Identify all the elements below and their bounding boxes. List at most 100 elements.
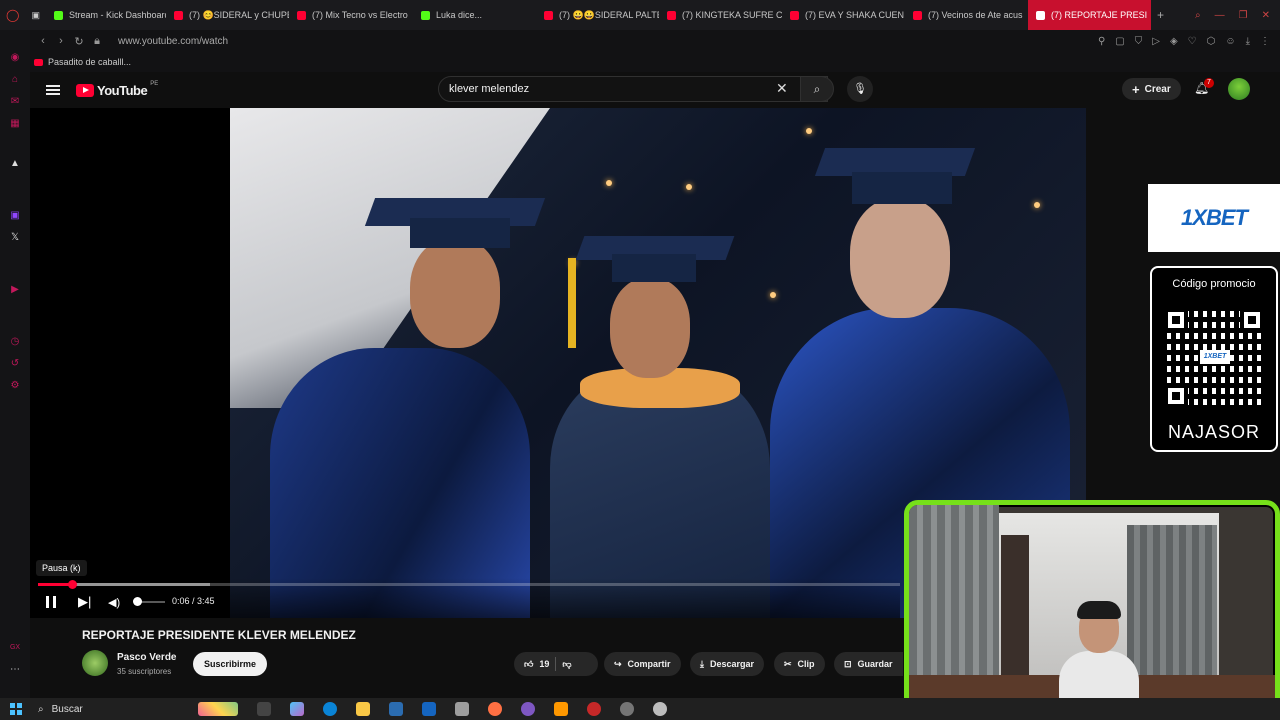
voice-search-button[interactable]: 🎙︎ <box>847 76 873 102</box>
download-icon[interactable]: ⤓ <box>1246 36 1250 47</box>
volume-knob[interactable] <box>133 597 142 606</box>
edge-icon[interactable] <box>323 702 337 716</box>
whatsapp-icon[interactable]: ✉ <box>9 96 21 108</box>
tab-vecinos-ate[interactable]: (7) Vecinos de Ate acus <box>905 0 1028 30</box>
graduate-middle <box>550 218 770 618</box>
dislike-button[interactable]: 👎︎ <box>562 659 571 670</box>
hamburger-menu-icon[interactable] <box>46 85 60 95</box>
pin-icon[interactable]: ⚲ <box>1098 36 1105 47</box>
more-icon[interactable]: ⋯ <box>9 664 21 676</box>
clip-button[interactable]: ✂ Clip <box>774 652 825 676</box>
youtube-favicon-icon <box>912 10 922 20</box>
history-icon[interactable]: ◷ <box>9 336 21 348</box>
opera-gx-icon[interactable] <box>587 702 601 716</box>
tab-kick-dashboard[interactable]: Stream - Kick Dashboard <box>46 0 166 30</box>
like-divider <box>555 657 557 671</box>
channel-name[interactable]: Pasco Verde <box>117 652 176 663</box>
search-button[interactable]: ⌕ <box>800 76 834 102</box>
outlook-icon[interactable] <box>422 702 436 716</box>
account-avatar[interactable] <box>1228 78 1250 100</box>
reload-icon[interactable]: ↻ <box>70 35 88 48</box>
new-tab-button[interactable]: + <box>1151 8 1170 22</box>
scissors-icon: ✂ <box>784 658 792 669</box>
refresh-sidebar-icon[interactable]: ↺ <box>9 358 21 370</box>
tab-luka[interactable]: Luka dice... <box>413 0 536 30</box>
gold-tassel <box>568 258 576 348</box>
create-button[interactable]: + Crear <box>1122 78 1181 100</box>
forward-icon[interactable]: › <box>52 35 70 47</box>
extensions-icon[interactable]: ⬡ <box>1207 36 1216 47</box>
widget-icon[interactable] <box>198 702 238 716</box>
x-twitter-icon[interactable]: 𝕏 <box>9 232 21 244</box>
shield-icon[interactable]: ⛉ <box>1135 36 1143 47</box>
close-window-icon[interactable]: ✕ <box>1262 10 1270 21</box>
ad-promo-code[interactable]: Código promocio 1XBET NAJASOR <box>1150 266 1278 452</box>
minimize-icon[interactable]: — <box>1215 10 1225 21</box>
pause-icon[interactable] <box>46 596 56 608</box>
ad-1xbet-banner[interactable]: 1XBET <box>1148 184 1280 252</box>
task-view-icon[interactable] <box>257 702 271 716</box>
gx-icon[interactable]: GX <box>9 642 21 654</box>
progress-scrubber[interactable] <box>67 580 77 589</box>
clear-search-icon[interactable]: ✕ <box>776 80 788 97</box>
player-icon[interactable]: ▷ <box>1152 36 1160 47</box>
search-input[interactable]: klever melendez <box>438 76 828 102</box>
heart-icon[interactable]: ♡ <box>1188 36 1197 47</box>
bookmark-item[interactable]: Pasadito de caballl... <box>48 57 131 67</box>
store-icon[interactable] <box>389 702 403 716</box>
firefox-icon[interactable] <box>488 702 502 716</box>
profile-icon[interactable]: ☺ <box>1225 36 1235 47</box>
mail-icon[interactable]: ▦ <box>9 118 21 130</box>
app-icon[interactable] <box>455 702 469 716</box>
file-explorer-icon[interactable] <box>356 702 370 716</box>
obs-icon[interactable] <box>620 702 634 716</box>
tab-kingteka[interactable]: (7) KINGTEKA SUFRE C <box>659 0 782 30</box>
subscriber-count: 35 suscriptores <box>117 667 172 676</box>
discord-icon[interactable] <box>521 702 535 716</box>
video-light <box>806 128 812 134</box>
taskbar-search[interactable]: ⌕ Buscar <box>38 698 198 720</box>
aria-ai-icon[interactable]: ▲ <box>9 158 21 170</box>
pocket-icon[interactable]: ◈ <box>1170 36 1178 47</box>
windows-start-icon[interactable] <box>10 703 22 715</box>
subscribe-button[interactable]: Suscribirme <box>193 652 268 676</box>
tab-workspaces[interactable]: ▣ <box>25 0 46 30</box>
volume-icon[interactable]: ◀) <box>108 596 120 609</box>
shopping-icon[interactable]: ⌂ <box>9 74 21 86</box>
opera-menu[interactable]: ◯ <box>0 0 25 30</box>
channel-avatar[interactable] <box>82 650 108 676</box>
time-display: 0:06 / 3:45 <box>172 596 215 606</box>
search-tabs-icon[interactable]: ⌕ <box>1195 10 1201 21</box>
like-button[interactable]: 👍︎ 19 <box>524 659 549 670</box>
tab-sideral-palte[interactable]: (7) 😀😀SIDERAL PALTE <box>536 0 659 30</box>
player-sidebar-icon[interactable]: ▶ <box>9 284 21 296</box>
youtube-logo[interactable]: YouTube PE <box>76 81 158 98</box>
share-button[interactable]: ↪ Compartir <box>604 652 681 676</box>
progress-bar[interactable] <box>38 580 900 589</box>
youtube-favicon-icon <box>296 10 306 20</box>
url-field[interactable]: www.youtube.com/watch <box>118 36 228 47</box>
face <box>410 238 500 348</box>
graduate-left <box>270 178 546 618</box>
app-icon[interactable] <box>653 702 667 716</box>
tab-reportaje-active[interactable]: (7) REPORTAJE PRESI <box>1027 0 1151 30</box>
cap <box>612 254 696 282</box>
tab-mix-tecno[interactable]: (7) Mix Tecno vs Electro <box>289 0 413 30</box>
youtube-favicon-icon <box>1035 10 1045 20</box>
maximize-icon[interactable]: ❐ <box>1239 10 1248 21</box>
next-icon[interactable]: ▶| <box>78 594 91 610</box>
copilot-icon[interactable] <box>290 702 304 716</box>
messenger-icon[interactable]: ◉ <box>9 52 21 64</box>
bookmarks-bar: Pasadito de caballl... <box>0 52 1280 72</box>
download-button[interactable]: ⤓ Descargar <box>690 652 765 676</box>
settings-icon[interactable]: ⚙ <box>9 380 21 392</box>
save-button[interactable]: ⊡ Guardar <box>834 652 903 676</box>
vlc-icon[interactable] <box>554 702 568 716</box>
back-icon[interactable]: ‹ <box>34 35 52 47</box>
menu-icon[interactable]: ⋮ <box>1260 36 1270 47</box>
twitch-icon[interactable]: ▣ <box>9 210 21 222</box>
youtube-favicon-icon <box>789 10 799 20</box>
snapshot-icon[interactable]: ▢ <box>1115 36 1124 47</box>
tab-sideral-chupe[interactable]: (7) 😊SIDERAL y CHUPE <box>166 0 289 30</box>
tab-eva-shaka[interactable]: (7) EVA Y SHAKA CUEN <box>782 0 905 30</box>
